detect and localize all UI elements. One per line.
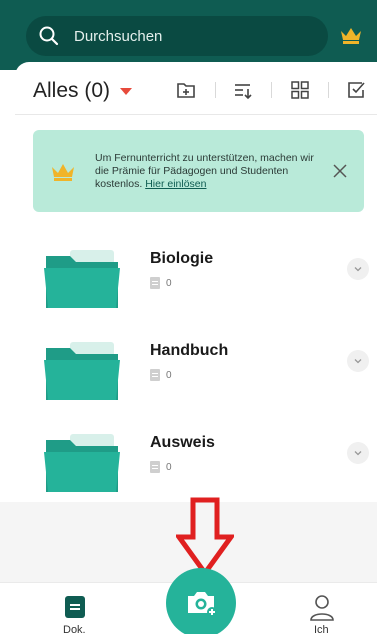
folder-filter-title: Alles (0) bbox=[33, 79, 111, 102]
dropdown-caret-icon bbox=[120, 87, 133, 95]
grid-view-icon[interactable] bbox=[290, 80, 310, 100]
folder-item-handbuch[interactable]: Handbuch 0 bbox=[0, 334, 377, 418]
folder-doc-count: 0 bbox=[150, 369, 172, 381]
chevron-down-icon[interactable] bbox=[347, 442, 369, 464]
doc-count: 0 bbox=[166, 369, 172, 381]
search-placeholder: Durchsuchen bbox=[74, 27, 163, 45]
folder-icon bbox=[44, 250, 120, 308]
close-icon[interactable] bbox=[333, 164, 347, 178]
chevron-down-icon[interactable] bbox=[347, 258, 369, 280]
select-checkbox-icon[interactable] bbox=[346, 80, 366, 100]
toolbar-separator bbox=[271, 82, 272, 98]
crown-icon bbox=[52, 164, 74, 181]
folder-icon bbox=[44, 342, 120, 400]
toolbar-separator bbox=[215, 82, 216, 98]
chevron-down-icon[interactable] bbox=[347, 350, 369, 372]
red-down-arrow-annotation bbox=[176, 497, 234, 577]
sort-icon[interactable] bbox=[233, 80, 253, 100]
camera-plus-icon bbox=[188, 592, 217, 617]
toolbar-divider bbox=[15, 114, 377, 115]
folder-item-biologie[interactable]: Biologie 0 bbox=[0, 242, 377, 326]
nav-documents-label[interactable]: Dok. bbox=[63, 624, 86, 634]
document-icon bbox=[150, 369, 160, 381]
document-icon bbox=[150, 461, 160, 473]
folder-doc-count: 0 bbox=[150, 461, 172, 473]
search-icon bbox=[39, 26, 59, 46]
nav-me-label[interactable]: Ich bbox=[314, 624, 329, 634]
folder-name: Ausweis bbox=[150, 434, 215, 451]
redeem-link[interactable]: Hier einlösen bbox=[145, 178, 206, 190]
camera-scan-button[interactable] bbox=[166, 568, 236, 634]
filter-dropdown[interactable]: Alles (0) bbox=[33, 76, 133, 106]
folder-doc-count: 0 bbox=[150, 277, 172, 289]
document-icon bbox=[65, 596, 85, 618]
promo-text: Um Fernunterricht zu unterstützen, mache… bbox=[95, 152, 325, 191]
folder-icon bbox=[44, 434, 120, 492]
folder-name: Biologie bbox=[150, 250, 214, 267]
promo-banner: Um Fernunterricht zu unterstützen, mache… bbox=[33, 130, 364, 212]
folder-name: Handbuch bbox=[150, 342, 229, 359]
crown-icon[interactable] bbox=[340, 26, 362, 44]
doc-count: 0 bbox=[166, 461, 172, 473]
doc-count: 0 bbox=[166, 277, 172, 289]
toolbar-separator bbox=[328, 82, 329, 98]
new-folder-icon[interactable] bbox=[176, 80, 196, 100]
profile-icon[interactable] bbox=[309, 594, 335, 622]
document-icon bbox=[150, 277, 160, 289]
top-bar: Durchsuchen bbox=[0, 0, 377, 70]
search-bar[interactable]: Durchsuchen bbox=[26, 16, 328, 56]
